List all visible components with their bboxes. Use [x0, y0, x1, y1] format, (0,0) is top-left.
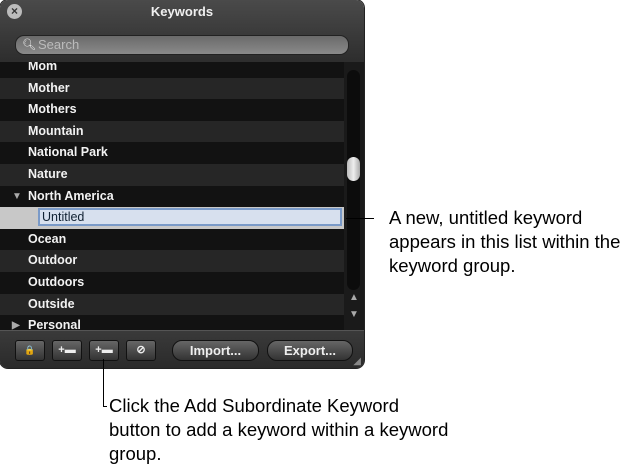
search-input[interactable]: 🔍︎ Search	[15, 35, 349, 55]
import-button[interactable]: Import...	[172, 340, 259, 361]
scroll-down-icon[interactable]: ▼	[349, 309, 359, 320]
bottom-toolbar: 🔒 +▬ +▬ ⊘ Import... Export... ◢	[0, 330, 364, 368]
search-icon: 🔍︎	[22, 39, 36, 51]
scroll-up-icon[interactable]: ▲	[349, 292, 359, 303]
keyword-group-north-america[interactable]: ▼ North America	[0, 185, 344, 208]
group-label: North America	[28, 188, 114, 203]
new-keyword-callout: A new, untitled keyword appears in this …	[389, 207, 621, 276]
list-item[interactable]: National Park	[0, 142, 344, 164]
scroll-thumb[interactable]	[347, 157, 360, 181]
list-item-editing[interactable]	[0, 207, 344, 229]
disclosure-expanded-icon[interactable]: ▼	[12, 186, 22, 208]
callout-line	[103, 359, 104, 407]
keyword-name-input[interactable]	[38, 208, 342, 227]
add-keyword-button[interactable]: +▬	[52, 340, 82, 361]
callout-line	[103, 406, 107, 407]
keyword-list: Mom Mother Mothers Mountain National Par…	[0, 62, 344, 330]
remove-keyword-button[interactable]: ⊘	[126, 340, 156, 361]
list-item[interactable]: Mountain	[0, 120, 344, 143]
list-item[interactable]: Outside	[0, 293, 344, 316]
lock-button[interactable]: 🔒	[15, 340, 45, 361]
export-button[interactable]: Export...	[267, 340, 353, 361]
list-item[interactable]: Mothers	[0, 99, 344, 121]
callout-line	[346, 218, 374, 219]
add-subordinate-callout: Click the Add Subordinate Keyword button…	[109, 395, 449, 464]
scrollbar[interactable]: ▲ ▼	[344, 62, 364, 330]
search-placeholder: Search	[38, 37, 80, 52]
disclosure-collapsed-icon[interactable]: ▶	[12, 315, 20, 330]
keyword-group-personal[interactable]: ▶ Personal	[0, 315, 344, 330]
list-item[interactable]: Outdoors	[0, 271, 344, 294]
list-item[interactable]: Outdoor	[0, 250, 344, 272]
add-subordinate-keyword-button[interactable]: +▬	[89, 340, 119, 361]
list-item[interactable]: Ocean	[0, 228, 344, 251]
window-title: Keywords	[150, 4, 214, 19]
group-label: Personal	[28, 318, 81, 330]
add-subordinate-icon: +▬	[95, 344, 113, 356]
keywords-window: × Keywords 🔍︎ Search Mom Mother Mothers M…	[0, 0, 364, 368]
list-item[interactable]: Mom	[0, 62, 344, 78]
lock-icon: 🔒	[24, 345, 36, 355]
add-keyword-icon: +▬	[58, 344, 76, 356]
remove-icon: ⊘	[136, 344, 146, 356]
resize-grip-icon[interactable]: ◢	[353, 356, 361, 367]
list-item[interactable]: Nature	[0, 163, 344, 186]
list-item[interactable]: Mother	[0, 77, 344, 100]
